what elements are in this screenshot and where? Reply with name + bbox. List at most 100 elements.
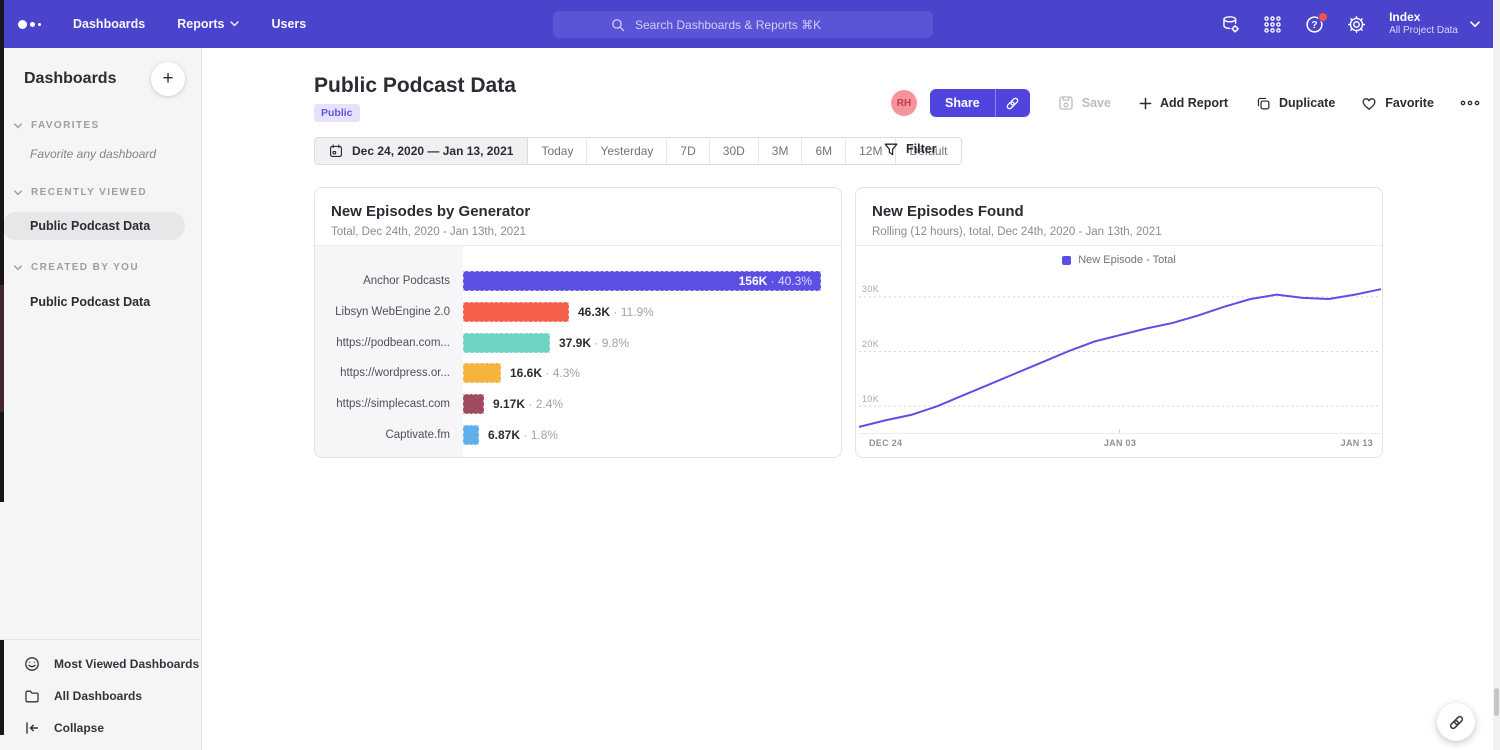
apps-grid-icon[interactable] (1263, 15, 1282, 34)
bar-value-label: 6.87K · 1.8% (488, 425, 558, 445)
copy-link-button[interactable] (995, 89, 1030, 117)
x-tick-jan-13: JAN 13 (1341, 438, 1373, 448)
bar-track: 46.3K · 11.9% (463, 302, 841, 322)
more-dots-icon (1460, 99, 1480, 107)
search-input[interactable] (633, 17, 875, 33)
background-window-sliver (0, 412, 4, 502)
link-icon (1005, 96, 1020, 111)
line-chart-svg (859, 267, 1381, 433)
chevron-down-icon (14, 123, 22, 129)
nav-item-dashboards[interactable]: Dashboards (73, 17, 145, 31)
preset-3m[interactable]: 3M (759, 138, 803, 164)
favorite-button[interactable]: Favorite (1361, 96, 1434, 111)
preset-30d[interactable]: 30D (710, 138, 759, 164)
copy-link-fab[interactable] (1437, 703, 1475, 741)
nav-item-users[interactable]: Users (271, 17, 306, 31)
bar[interactable] (463, 425, 479, 445)
search-bar[interactable] (553, 11, 933, 38)
section-favorites[interactable]: FAVORITES (0, 120, 201, 131)
bar-row[interactable]: Libsyn WebEngine 2.046.3K · 11.9% (315, 297, 841, 328)
svg-text:?: ? (1312, 20, 1318, 31)
preset-yesterday[interactable]: Yesterday (587, 138, 667, 164)
scrollbar-track (1493, 0, 1500, 750)
bar-value-label: 16.6K · 4.3% (510, 363, 580, 383)
divider (856, 245, 1382, 246)
sidebar-title: Dashboards (24, 70, 116, 88)
background-window-sliver (0, 0, 4, 285)
bar-category-label: https://wordpress.or... (315, 367, 463, 379)
mixpanel-logo-icon[interactable] (18, 20, 41, 29)
favorites-empty-hint: Favorite any dashboard (0, 147, 201, 161)
bar[interactable] (463, 363, 501, 383)
sidebar-item-public-podcast-data-2[interactable]: Public Podcast Data (0, 295, 201, 309)
chart-title: New Episodes by Generator (331, 203, 530, 220)
bar-value-label: 9.17K · 2.4% (493, 394, 563, 414)
section-recently-viewed[interactable]: RECENTLY VIEWED (0, 187, 201, 198)
project-scope: All Project Data (1389, 25, 1458, 38)
duplicate-icon (1256, 96, 1271, 111)
x-tick-dec-24: DEC 24 (869, 438, 902, 448)
chart-title: New Episodes Found (872, 203, 1024, 220)
background-window-sliver (0, 285, 4, 412)
bar-category-label: Captivate.fm (315, 429, 463, 441)
duplicate-button[interactable]: Duplicate (1256, 96, 1335, 111)
preset-7d[interactable]: 7D (667, 138, 709, 164)
smiley-icon (24, 656, 40, 672)
save-button[interactable]: Save (1058, 95, 1111, 111)
axis-tick (1119, 429, 1120, 433)
search-icon (611, 18, 625, 32)
filter-button[interactable]: Filter (884, 142, 937, 156)
bar-value-label: 37.9K · 9.8% (559, 333, 629, 353)
legend-swatch (1062, 256, 1071, 265)
bar-category-label: https://podbean.com... (315, 337, 463, 349)
bar-row[interactable]: Anchor Podcasts156K · 40.3% (315, 266, 841, 297)
funnel-icon (884, 143, 898, 156)
bar-track: 156K · 40.3% (463, 271, 841, 291)
sidebar: Dashboards + FAVORITES Favorite any dash… (0, 48, 202, 750)
nav-item-reports[interactable]: Reports (177, 17, 239, 31)
card-new-episodes-by-generator: New Episodes by Generator Total, Dec 24t… (314, 187, 842, 458)
add-dashboard-button[interactable]: + (151, 62, 185, 96)
share-button[interactable]: Share (930, 89, 995, 117)
bar-row[interactable]: https://podbean.com... 37.9K · 9.8% (315, 327, 841, 358)
bar-track: 9.17K · 2.4% (463, 394, 841, 414)
x-tick-jan-03: JAN 03 (1104, 438, 1136, 448)
bar-track: 6.87K · 1.8% (463, 425, 841, 445)
bar-track: 16.6K · 4.3% (463, 363, 841, 383)
bar-row[interactable]: https://simplecast.com 9.17K · 2.4% (315, 389, 841, 420)
more-options-button[interactable] (1460, 99, 1480, 107)
bar[interactable] (463, 394, 484, 414)
help-icon[interactable]: ? (1305, 15, 1324, 34)
most-viewed-dashboards-button[interactable]: Most Viewed Dashboards (0, 648, 201, 680)
save-icon (1058, 95, 1074, 111)
bar[interactable] (463, 302, 569, 322)
public-badge: Public (314, 104, 360, 122)
chevron-down-icon (230, 21, 239, 27)
date-range-picker[interactable]: Dec 24, 2020 — Jan 13, 2021 (315, 138, 528, 164)
scrollbar-thumb[interactable] (1494, 688, 1499, 716)
project-switcher[interactable]: Index All Project Data (1389, 10, 1480, 38)
viewer-avatar: RH (891, 90, 917, 116)
bar-row[interactable]: https://wordpress.or... 16.6K · 4.3% (315, 358, 841, 389)
bar[interactable] (463, 333, 550, 353)
plus-icon (1139, 97, 1152, 110)
data-management-icon[interactable] (1221, 15, 1240, 34)
bar-category-label: https://simplecast.com (315, 398, 463, 410)
project-name: Index (1389, 10, 1458, 25)
preset-6m[interactable]: 6M (802, 138, 846, 164)
bar-track: 37.9K · 9.8% (463, 333, 841, 353)
sidebar-item-public-podcast-data[interactable]: Public Podcast Data (2, 212, 185, 240)
preset-today[interactable]: Today (528, 138, 587, 164)
share-split-button: Share (930, 89, 1030, 117)
add-report-button[interactable]: Add Report (1139, 96, 1228, 110)
section-created-by-you[interactable]: CREATED BY YOU (0, 262, 201, 273)
settings-gear-icon[interactable] (1347, 15, 1366, 34)
notification-dot (1318, 12, 1328, 22)
chart-subtitle: Rolling (12 hours), total, Dec 24th, 202… (872, 226, 1162, 238)
background-window-sliver (0, 640, 4, 735)
collapse-sidebar-button[interactable]: Collapse (0, 712, 201, 744)
all-dashboards-button[interactable]: All Dashboards (0, 680, 201, 712)
line-plot-area (859, 267, 1381, 434)
legend-item[interactable]: New Episode - Total (856, 254, 1382, 266)
bar-row[interactable]: Captivate.fm 6.87K · 1.8% (315, 419, 841, 450)
